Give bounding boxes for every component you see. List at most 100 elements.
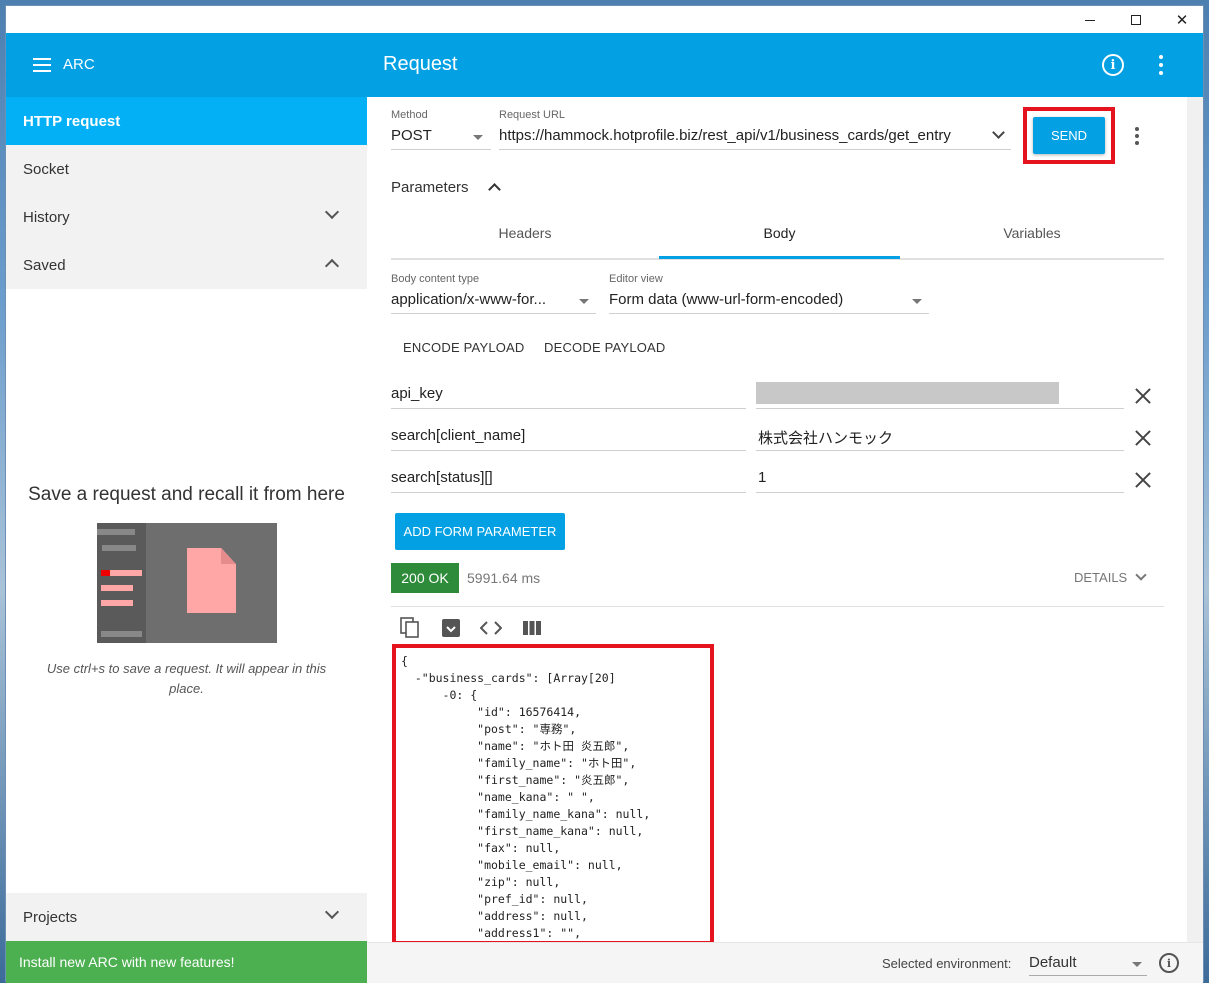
body-type-select[interactable]: application/x-www-for... — [391, 291, 571, 308]
remove-param-icon[interactable] — [1135, 388, 1151, 404]
json-line: "fax": null, — [401, 841, 561, 855]
sidebar-item-history[interactable]: History — [6, 193, 367, 241]
param-underline — [391, 408, 746, 409]
url-history-chevron-icon[interactable] — [992, 126, 1005, 139]
tab-body[interactable]: Body — [659, 225, 900, 253]
environment-info-icon[interactable]: i — [1159, 953, 1179, 973]
tab-variables[interactable]: Variables — [900, 225, 1164, 253]
environment-select[interactable]: Default — [1029, 954, 1077, 971]
param-name-input[interactable]: search[status][] — [391, 469, 493, 486]
json-line: "address": null, — [401, 909, 588, 923]
json-line: "post": "専務", — [401, 722, 577, 736]
json-line: "address1": "", — [401, 926, 582, 940]
param-value-input[interactable]: 1 — [758, 469, 766, 486]
sidebar-item-saved[interactable]: Saved — [6, 241, 367, 289]
minimize-button[interactable] — [1067, 8, 1113, 32]
body-type-label: Body content type — [391, 273, 480, 285]
json-line: "mobile_email": null, — [401, 858, 623, 872]
sidebar-item-http-request[interactable]: HTTP request — [6, 97, 367, 145]
send-button[interactable]: SEND — [1033, 117, 1105, 154]
scrollbar[interactable] — [1187, 97, 1203, 942]
param-name-input[interactable]: search[client_name] — [391, 427, 525, 444]
sidebar: HTTP request Socket History Saved Save a… — [6, 97, 367, 983]
sidebar-item-label: HTTP request — [23, 112, 121, 130]
json-line: "first_name_kana": null, — [401, 824, 644, 838]
chevron-down-icon — [324, 204, 340, 220]
response-timing: 5991.64 ms — [467, 570, 541, 586]
request-options-icon[interactable] — [1133, 127, 1141, 145]
maximize-button[interactable] — [1113, 8, 1159, 32]
json-line: { — [401, 654, 408, 668]
request-panel: Method POST Request URL https://hammock.… — [367, 97, 1187, 945]
param-name-input[interactable]: api_key — [391, 385, 443, 402]
install-banner[interactable]: Install new ARC with new features! — [6, 941, 367, 983]
archive-icon[interactable] — [440, 617, 462, 639]
method-select[interactable]: POST — [391, 127, 471, 144]
minimize-icon — [1085, 19, 1095, 21]
json-response-viewer[interactable]: { -"business_cards": [Array[20] -0: { "i… — [395, 647, 711, 942]
editor-view-select[interactable]: Form data (www-url-form-encoded) — [609, 291, 899, 308]
body-type-underline — [391, 313, 596, 314]
dropdown-arrow-icon — [1132, 962, 1142, 967]
bottom-bar: Selected environment: Default i — [367, 942, 1203, 983]
info-icon[interactable]: i — [1102, 54, 1124, 76]
code-icon[interactable] — [480, 617, 502, 639]
editor-view-label: Editor view — [609, 273, 663, 285]
url-input[interactable]: https://hammock.hotprofile.biz/rest_api/… — [499, 127, 989, 144]
environment-underline — [1029, 975, 1147, 976]
sidebar-item-projects[interactable]: Projects — [6, 893, 367, 941]
title-bar: ✕ — [6, 6, 1203, 33]
json-line: "first_name": "炎五郎", — [401, 773, 630, 787]
remove-param-icon[interactable] — [1135, 472, 1151, 488]
app-window: ✕ ARC Request i HTTP request Socket Hist… — [5, 5, 1204, 983]
chevron-down-icon[interactable] — [1135, 569, 1147, 581]
dropdown-arrow-icon — [912, 299, 922, 304]
tab-headers[interactable]: Headers — [391, 225, 659, 253]
copy-icon[interactable] — [399, 617, 421, 639]
json-line: "family_name": "ホト田", — [401, 756, 637, 770]
environment-label: Selected environment: — [882, 956, 1012, 971]
response-divider — [391, 606, 1164, 607]
decode-payload-button[interactable]: DECODE PAYLOAD — [544, 340, 666, 355]
status-badge: 200 OK — [391, 563, 459, 593]
columns-icon[interactable] — [521, 617, 543, 639]
editor-view-underline — [609, 313, 929, 314]
menu-icon[interactable] — [33, 58, 51, 72]
param-value-input-masked[interactable] — [756, 382, 1059, 404]
saved-heading: Save a request and recall it from here — [28, 484, 345, 505]
json-line: "id": 16576414, — [401, 705, 582, 719]
saved-illustration-icon — [97, 523, 277, 643]
add-form-parameter-button[interactable]: ADD FORM PARAMETER — [395, 513, 565, 550]
json-line: -0: { — [401, 688, 478, 702]
json-line: "name_kana": " ", — [401, 790, 595, 804]
more-options-icon[interactable] — [1154, 53, 1168, 77]
chevron-up-icon[interactable] — [488, 183, 501, 196]
dropdown-arrow-icon — [579, 299, 589, 304]
close-button[interactable]: ✕ — [1159, 8, 1205, 32]
encode-payload-button[interactable]: ENCODE PAYLOAD — [403, 340, 525, 355]
url-label: Request URL — [499, 109, 566, 121]
json-line: "name": "ホト田 炎五郎", — [401, 739, 630, 753]
url-underline — [499, 149, 1011, 150]
sidebar-item-socket[interactable]: Socket — [6, 145, 367, 193]
projects-label: Projects — [23, 908, 78, 926]
param-underline — [756, 450, 1124, 451]
dropdown-arrow-icon — [473, 135, 483, 140]
sidebar-item-label: History — [23, 208, 70, 226]
parameters-toggle[interactable]: Parameters — [391, 179, 469, 196]
json-line: -"business_cards": [Array[20] — [401, 671, 616, 685]
app-name: ARC — [63, 56, 95, 73]
param-underline — [756, 408, 1124, 409]
details-toggle[interactable]: DETAILS — [1074, 570, 1127, 585]
page-title: Request — [383, 53, 458, 75]
maximize-icon — [1131, 15, 1141, 25]
param-underline — [391, 450, 746, 451]
remove-param-icon[interactable] — [1135, 430, 1151, 446]
json-line: "zip": null, — [401, 875, 561, 889]
sidebar-item-label: Socket — [23, 160, 69, 178]
json-line: "pref_id": null, — [401, 892, 588, 906]
app-bar: ARC Request i — [6, 33, 1203, 97]
param-value-input[interactable]: 株式会社ハンモック — [758, 427, 893, 448]
chevron-up-icon — [324, 258, 340, 274]
json-line: "family_name_kana": null, — [401, 807, 651, 821]
